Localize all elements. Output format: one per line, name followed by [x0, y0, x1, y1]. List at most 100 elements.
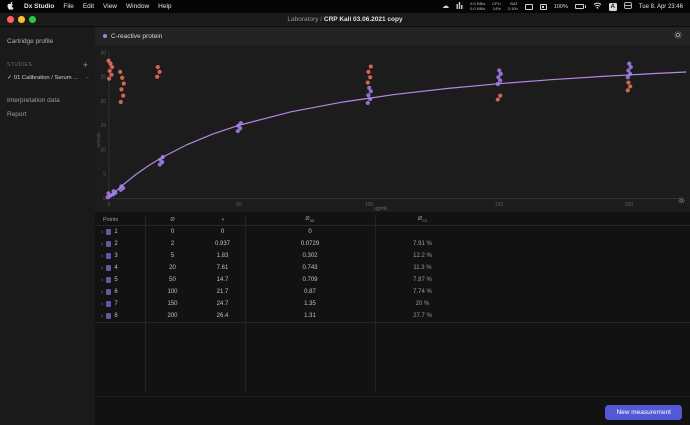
- battery-icon[interactable]: [574, 4, 586, 9]
- minimize-window-button[interactable]: [18, 16, 25, 23]
- table-row[interactable]: › 2 2 0.937 0.0729 7.91 %: [95, 238, 690, 250]
- sample-cartridge-icon: [106, 289, 112, 295]
- menu-file[interactable]: File: [63, 3, 73, 10]
- sample-cartridge-icon: [106, 253, 112, 259]
- sidebar-item-study-calibration[interactable]: ✓ 01 Calibration / Serum ... ···: [7, 75, 89, 81]
- concentration-value: 0: [170, 229, 175, 235]
- battery-percentage: 100%: [553, 3, 568, 10]
- signal-value: 0.937: [214, 241, 230, 247]
- table-row[interactable]: › 4 20 7.61 0.743 11.3 %: [95, 262, 690, 274]
- window-titlebar: Laboratory / CRP Kali 03.06.2021 copy: [0, 13, 690, 27]
- spaces-icon[interactable]: [623, 2, 632, 11]
- x-axis-label: ug/mL: [374, 206, 388, 212]
- point-cell[interactable]: › 2: [95, 241, 145, 248]
- menubar-clock[interactable]: Tue 8. Apr 23:46: [639, 4, 683, 10]
- app-menu-title[interactable]: Dx Studio: [24, 3, 54, 10]
- menu-view[interactable]: View: [103, 3, 117, 10]
- window-manager-icon[interactable]: [539, 3, 547, 10]
- battery-stats[interactable]: BAT 2:10h: [508, 1, 518, 12]
- point-number: 7: [114, 301, 118, 307]
- study-options-button[interactable]: ···: [85, 75, 89, 81]
- data-point-flagged: [625, 88, 630, 93]
- column-header-points: Points: [103, 217, 119, 223]
- x-tick-label: 0: [108, 202, 111, 208]
- expand-chevron-icon[interactable]: ›: [101, 229, 103, 236]
- point-cell[interactable]: › 5: [95, 277, 145, 284]
- sample-cartridge-icon: [106, 277, 112, 283]
- breadcrumb-prefix: Laboratory /: [287, 16, 324, 23]
- point-cell[interactable]: › 6: [95, 289, 145, 296]
- x-tick-label: 200: [625, 202, 634, 208]
- column-rule: [375, 215, 376, 393]
- data-point-flagged: [109, 72, 114, 77]
- cpu-stats[interactable]: CPU 14%: [492, 1, 500, 12]
- y-tick-label: 0: [103, 196, 106, 202]
- chart-panel-header: C-reactive protein: [95, 27, 690, 45]
- y-tick-label: 10: [100, 147, 106, 153]
- y-axis-label: mV/min: [96, 132, 101, 148]
- sidebar: Cartridge profile STUDIES + ✓ 01 Calibra…: [0, 27, 95, 425]
- expand-chevron-icon[interactable]: ›: [101, 265, 103, 272]
- point-cell[interactable]: › 3: [95, 253, 145, 260]
- point-number: 2: [114, 241, 118, 247]
- sidebar-item-cartridge-profile[interactable]: Cartridge profile: [7, 38, 88, 45]
- data-point-flagged: [368, 75, 373, 80]
- cv-value: 11.3 %: [413, 265, 432, 271]
- table-row[interactable]: › 3 5 1.83 0.302 12.2 %: [95, 250, 690, 262]
- menu-edit[interactable]: Edit: [83, 3, 94, 10]
- point-cell[interactable]: › 1: [95, 229, 145, 236]
- sidebar-item-report[interactable]: Report: [7, 111, 88, 118]
- expand-chevron-icon[interactable]: ›: [101, 313, 103, 320]
- data-point-flagged: [121, 93, 126, 98]
- menu-window[interactable]: Window: [126, 3, 149, 10]
- sd-value: 1.35: [304, 301, 316, 307]
- equalizer-icon[interactable]: [456, 2, 463, 11]
- concentration-value: 2: [170, 241, 175, 247]
- expand-chevron-icon[interactable]: ›: [101, 253, 103, 260]
- data-point-flagged: [157, 69, 162, 74]
- axis-settings-gear-icon[interactable]: [678, 191, 685, 209]
- y-tick-label: 5: [103, 172, 106, 178]
- table-row[interactable]: › 8 200 26.4 1.31 27.7 %: [95, 310, 690, 322]
- new-measurement-button[interactable]: New measurement: [605, 405, 682, 420]
- table-row[interactable]: › 7 150 24.7 1.35 20 %: [95, 298, 690, 310]
- close-window-button[interactable]: [7, 16, 14, 23]
- menu-help[interactable]: Help: [158, 3, 171, 10]
- add-study-button[interactable]: +: [83, 61, 88, 70]
- sd-value: 1.31: [304, 313, 316, 319]
- point-number: 6: [114, 289, 118, 295]
- table-row[interactable]: › 1 0 0 0: [95, 226, 690, 238]
- data-point-flagged: [495, 97, 500, 102]
- zoom-window-button[interactable]: [29, 16, 36, 23]
- concentration-value: 200: [167, 313, 178, 319]
- check-icon: ✓: [7, 75, 12, 81]
- table-row[interactable]: › 6 100 21.7 0.87 7.74 %: [95, 286, 690, 298]
- network-stats[interactable]: 0.0 KB/s 0.0 KB/s: [470, 1, 485, 12]
- expand-chevron-icon[interactable]: ›: [101, 241, 103, 248]
- column-header-sd: ØSD: [305, 216, 315, 224]
- input-source-badge[interactable]: A: [608, 2, 617, 11]
- sidebar-item-interpretation-data[interactable]: Interpretation data: [7, 97, 88, 104]
- table-bottom-rule: [95, 322, 690, 323]
- data-point-flagged: [120, 75, 125, 80]
- expand-chevron-icon[interactable]: ›: [101, 277, 103, 284]
- point-number: 5: [114, 277, 118, 283]
- expand-chevron-icon[interactable]: ›: [101, 301, 103, 308]
- data-point-flagged: [107, 68, 112, 74]
- data-point-accepted: [626, 68, 631, 73]
- expand-chevron-icon[interactable]: ›: [101, 289, 103, 296]
- apple-menu-icon[interactable]: [7, 1, 15, 12]
- point-cell[interactable]: › 4: [95, 265, 145, 272]
- data-point-flagged: [121, 81, 126, 86]
- column-rule: [145, 215, 146, 393]
- wifi-icon[interactable]: [593, 2, 602, 11]
- cloud-icon[interactable]: ☁: [442, 3, 449, 10]
- display-icon[interactable]: [524, 3, 533, 10]
- table-row[interactable]: › 5 50 14.7 0.709 7.87 %: [95, 274, 690, 286]
- point-cell[interactable]: › 8: [95, 313, 145, 320]
- data-point-flagged: [368, 64, 373, 69]
- sample-cartridge-icon: [106, 241, 112, 247]
- chart-settings-gear-icon[interactable]: [674, 31, 682, 41]
- y-tick-label: 30: [100, 50, 106, 56]
- point-cell[interactable]: › 7: [95, 301, 145, 308]
